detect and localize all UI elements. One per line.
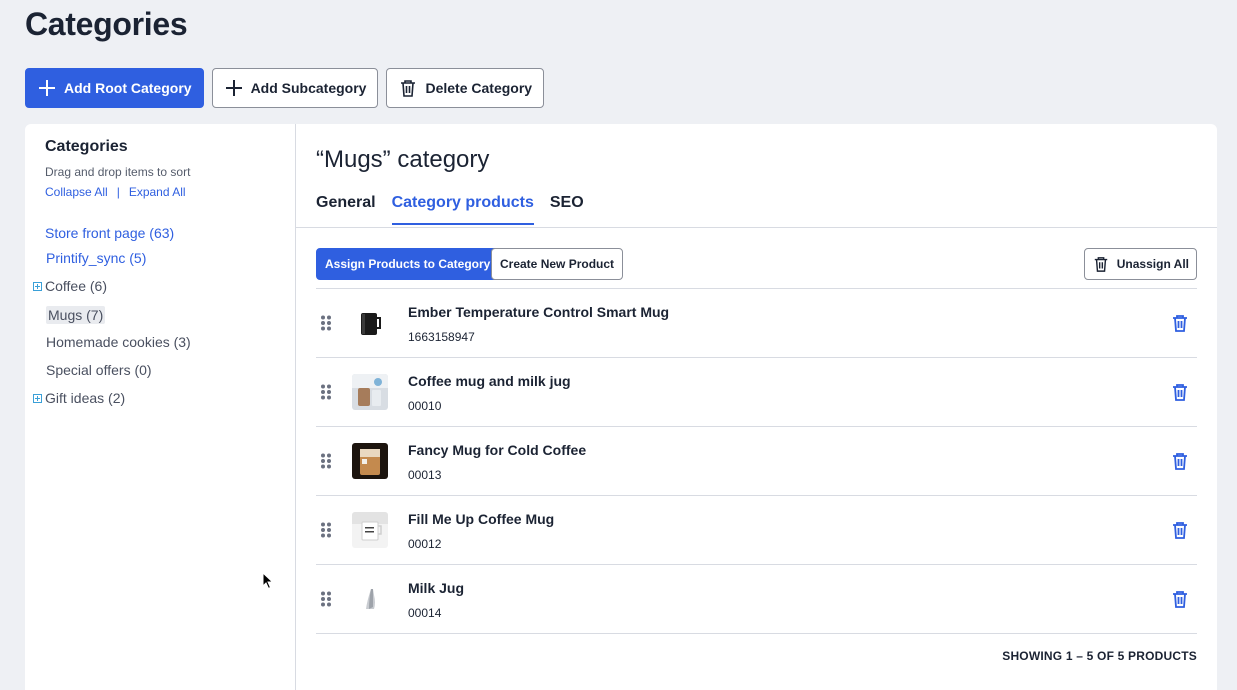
trash-icon — [1094, 257, 1107, 272]
product-name[interactable]: Ember Temperature Control Smart Mug — [408, 304, 669, 320]
trash-icon[interactable] — [1171, 452, 1189, 470]
unassign-all-label: Unassign All — [1116, 257, 1189, 271]
trash-icon[interactable] — [1171, 590, 1189, 608]
collapse-all-link[interactable]: Collapse All — [45, 185, 108, 199]
tab-seo[interactable]: SEO — [550, 194, 584, 225]
plus-icon — [225, 80, 242, 96]
tabs-divider — [296, 227, 1217, 228]
product-thumbnail[interactable] — [352, 374, 388, 410]
product-name[interactable]: Fancy Mug for Cold Coffee — [408, 442, 586, 458]
product-sku: 1663158947 — [408, 330, 475, 344]
product-thumbnail[interactable] — [352, 305, 388, 341]
tree-item-special-offers[interactable]: Special offers (0) — [46, 362, 152, 378]
product-sku: 00014 — [408, 606, 442, 620]
page-title: Categories — [25, 6, 188, 42]
product-thumbnail[interactable] — [352, 581, 388, 617]
drag-handle-icon[interactable] — [320, 384, 332, 400]
tab-general[interactable]: General — [316, 194, 376, 225]
product-row: Ember Temperature Control Smart Mug 1663… — [316, 289, 1197, 358]
tree-item-coffee[interactable]: Coffee (6) — [33, 278, 107, 294]
drag-handle-icon[interactable] — [320, 315, 332, 331]
product-row: Fill Me Up Coffee Mug 00012 — [316, 496, 1197, 565]
tree-controls: Collapse All | Expand All — [45, 185, 186, 199]
tree-item-gift-ideas[interactable]: Gift ideas (2) — [33, 390, 125, 406]
drag-handle-icon[interactable] — [320, 591, 332, 607]
product-thumbnail[interactable] — [352, 443, 388, 479]
expand-plus-icon[interactable] — [33, 281, 42, 291]
tree-item-label: Mugs (7) — [46, 306, 106, 324]
expand-plus-icon[interactable] — [33, 393, 42, 403]
delete-category-label: Delete Category — [425, 80, 533, 96]
product-row: Coffee mug and milk jug 00010 — [316, 358, 1197, 427]
delete-category-button[interactable]: Delete Category — [386, 68, 545, 108]
product-name[interactable]: Coffee mug and milk jug — [408, 373, 571, 389]
add-root-category-label: Add Root Category — [64, 80, 192, 96]
mouse-cursor-icon — [262, 572, 274, 590]
trash-icon[interactable] — [1171, 314, 1189, 332]
category-tabs: General Category products SEO — [316, 194, 584, 225]
drag-handle-icon[interactable] — [320, 522, 332, 538]
tree-item-printify-sync[interactable]: Printify_sync (5) — [46, 250, 146, 266]
product-sku: 00013 — [408, 468, 442, 482]
trash-icon[interactable] — [1171, 383, 1189, 401]
add-subcategory-button[interactable]: Add Subcategory — [211, 68, 379, 108]
category-panel: Categories Drag and drop items to sort C… — [25, 124, 1217, 690]
product-thumbnail[interactable] — [352, 512, 388, 548]
tree-item-label: Gift ideas (2) — [45, 390, 126, 406]
product-row: Fancy Mug for Cold Coffee 00013 — [316, 427, 1197, 496]
product-sku: 00012 — [408, 537, 442, 551]
unassign-all-button[interactable]: Unassign All — [1083, 248, 1197, 280]
create-new-product-button[interactable]: Create New Product — [491, 248, 624, 280]
drag-handle-icon[interactable] — [320, 453, 332, 469]
sidebar-title: Categories — [45, 138, 128, 155]
tab-category-products[interactable]: Category products — [391, 194, 534, 225]
tree-item-label: Homemade cookies (3) — [46, 334, 191, 350]
add-subcategory-label: Add Subcategory — [250, 80, 367, 96]
tree-item-label: Special offers (0) — [46, 362, 152, 378]
category-detail: “Mugs” category General Category product… — [296, 124, 1217, 690]
product-name[interactable]: Fill Me Up Coffee Mug — [408, 511, 554, 527]
product-sku: 00010 — [408, 399, 442, 413]
pagination-summary: SHOWING 1 – 5 OF 5 PRODUCTS — [1002, 649, 1197, 663]
tree-item-mugs[interactable]: Mugs (7) — [46, 306, 106, 324]
link-separator: | — [116, 185, 120, 199]
product-row: Milk Jug 00014 — [316, 565, 1197, 634]
tree-item-label: Coffee (6) — [45, 278, 107, 294]
toolbar: Add Root Category Add Subcategory Delete… — [25, 68, 545, 108]
tree-item-store-front[interactable]: Store front page (63) — [45, 225, 174, 241]
product-name[interactable]: Milk Jug — [408, 580, 464, 596]
product-list: Ember Temperature Control Smart Mug 1663… — [316, 288, 1197, 634]
trash-icon — [401, 80, 416, 97]
tree-item-homemade-cookies[interactable]: Homemade cookies (3) — [46, 334, 191, 350]
category-title: “Mugs” category — [316, 146, 490, 173]
expand-all-link[interactable]: Expand All — [129, 185, 186, 199]
plus-icon — [39, 80, 55, 96]
category-tree-sidebar: Categories Drag and drop items to sort C… — [25, 124, 296, 690]
tree-item-label: Store front page (63) — [45, 225, 175, 241]
trash-icon[interactable] — [1171, 521, 1189, 539]
tree-item-label: Printify_sync (5) — [46, 250, 147, 266]
sidebar-hint: Drag and drop items to sort — [45, 165, 191, 179]
add-root-category-button[interactable]: Add Root Category — [25, 68, 204, 108]
assign-products-button[interactable]: Assign Products to Category — [316, 248, 500, 280]
